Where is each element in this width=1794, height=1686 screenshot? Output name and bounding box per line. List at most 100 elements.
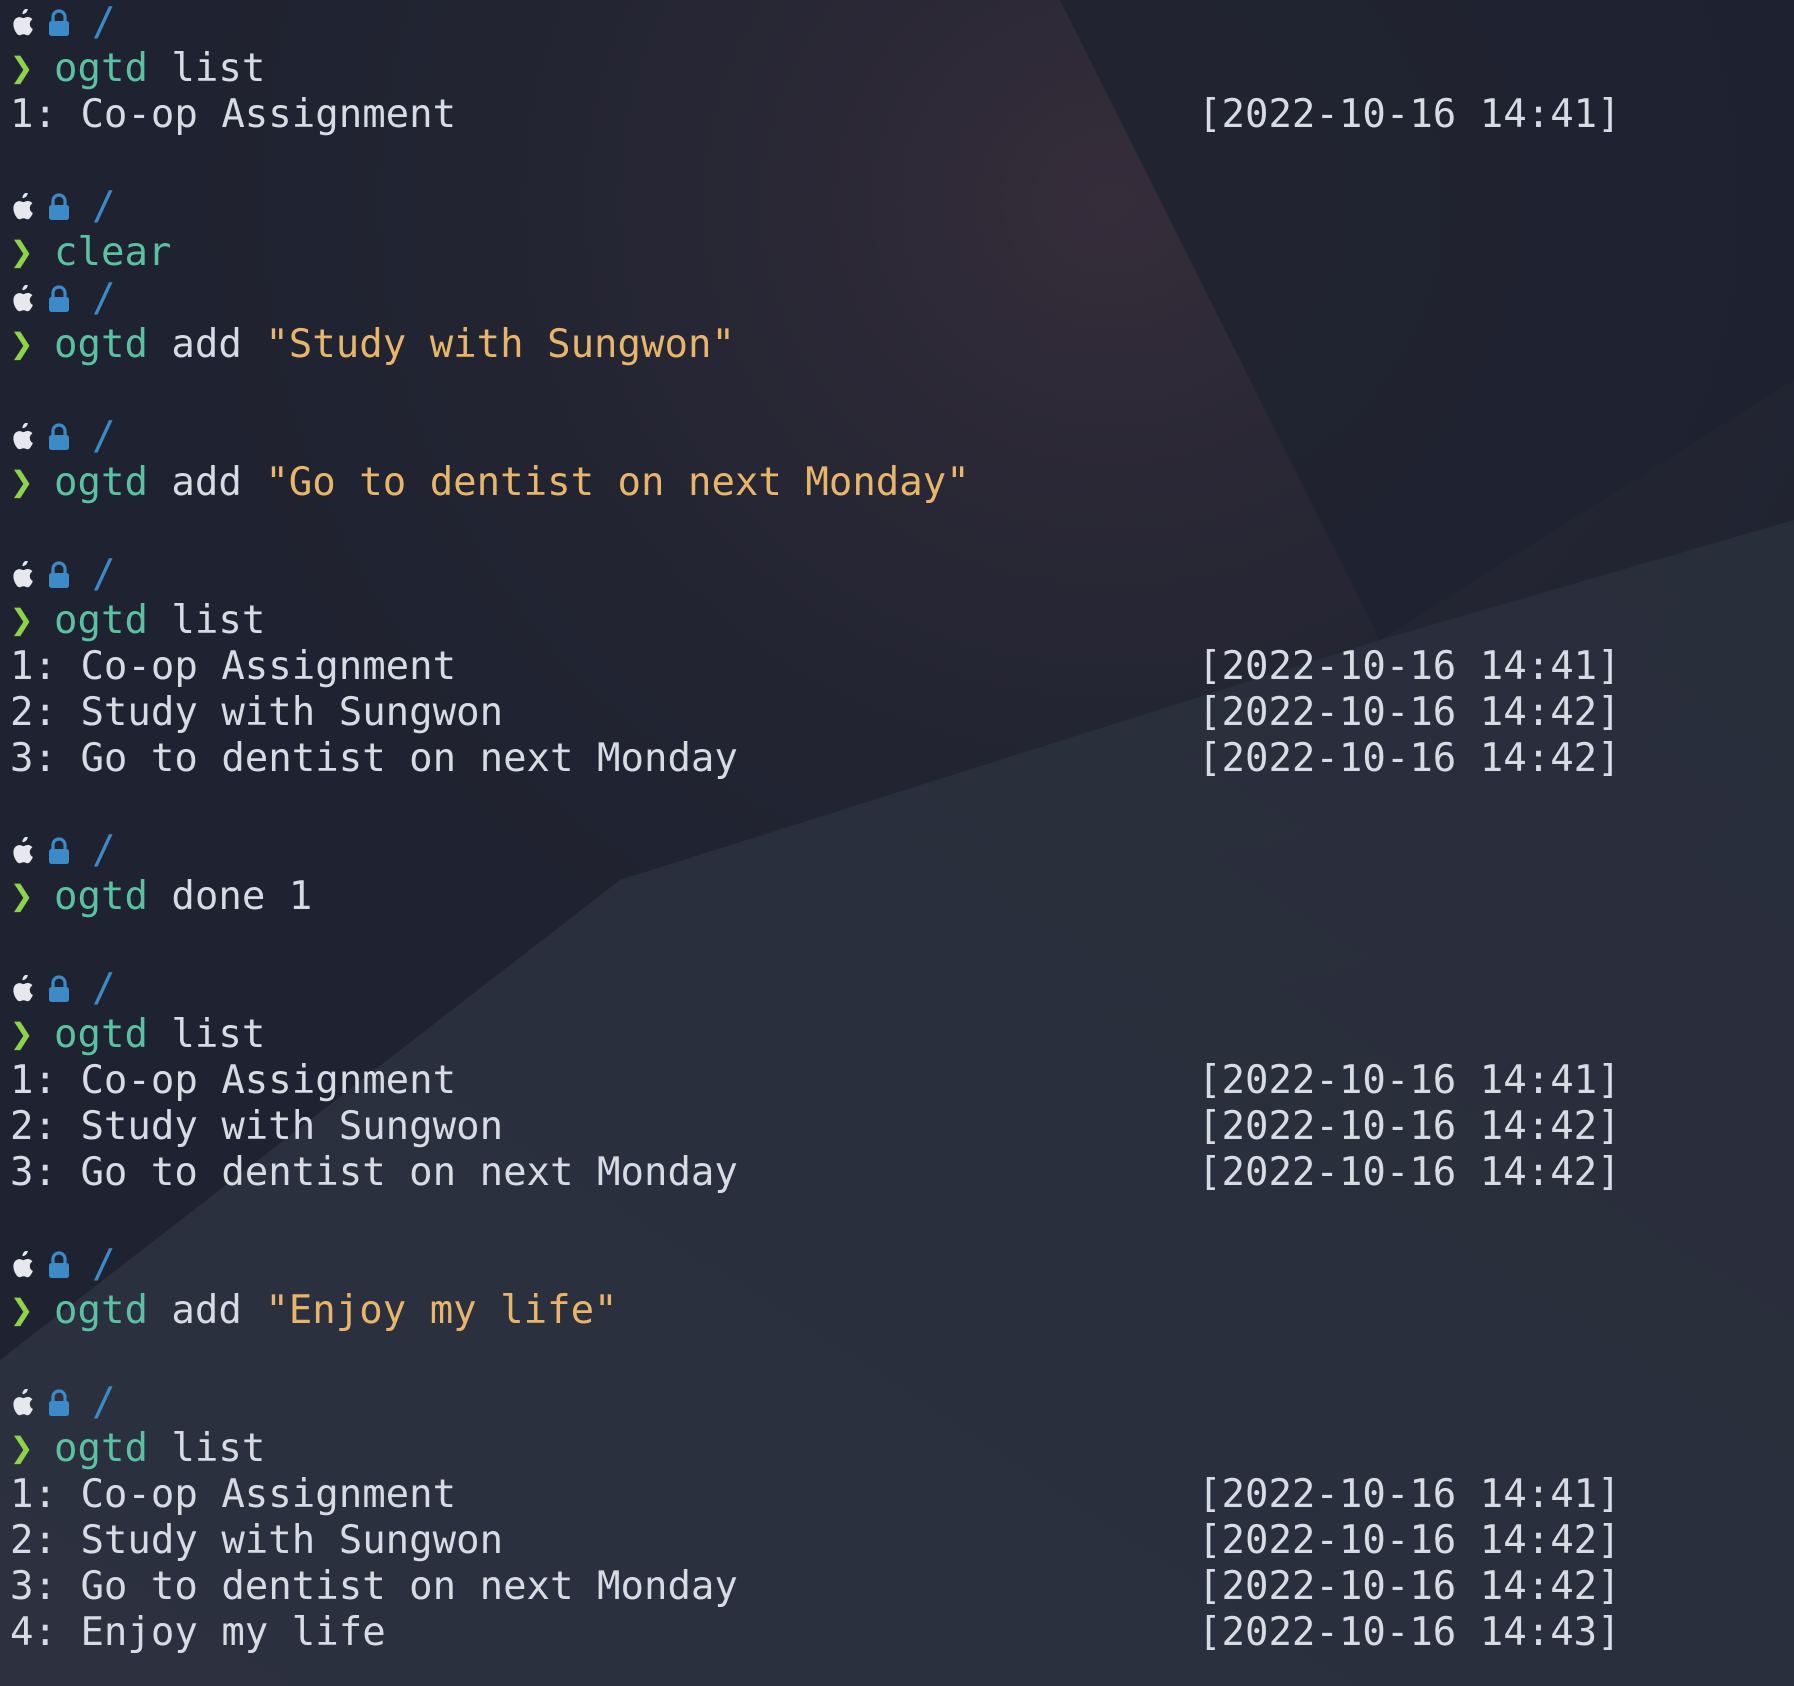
command-name: clear [54, 230, 172, 275]
todo-item-timestamp: [2022-10-16 14:41] [1198, 92, 1621, 137]
current-path: / [92, 184, 116, 229]
current-path: / [92, 828, 116, 873]
command-args: list [147, 46, 266, 91]
command-name: ogtd [54, 598, 148, 643]
todo-item-text: 3: Go to dentist on next Monday [10, 1564, 738, 1609]
todo-list-item: 3: Go to dentist on next Monday [2022-10-… [10, 1150, 1794, 1196]
lock-icon [48, 561, 70, 589]
command-line: ❯ ogtd add "Study with Sungwon" [10, 322, 1794, 368]
current-path: / [92, 0, 116, 45]
apple-icon [10, 193, 34, 221]
current-path: / [92, 966, 116, 1011]
todo-item-timestamp: [2022-10-16 14:42] [1198, 690, 1621, 735]
todo-item-text: 3: Go to dentist on next Monday [10, 1150, 738, 1195]
terminal-output[interactable]: / ❯ ogtd list 1: Co-op Assignment [2022-10-1… [10, 0, 1794, 1686]
command-line: ❯ ogtd done 1 [10, 874, 1794, 920]
lock-icon [48, 975, 70, 1003]
command-string-arg: "Study with Sungwon" [265, 322, 735, 367]
todo-item-timestamp: [2022-10-16 14:41] [1198, 1472, 1621, 1517]
prompt-arrow: ❯ [10, 46, 34, 91]
todo-item-timestamp: [2022-10-16 14:42] [1198, 1150, 1621, 1195]
apple-icon [10, 975, 34, 1003]
todo-item-timestamp: [2022-10-16 14:42] [1198, 736, 1621, 781]
todo-item-timestamp: [2022-10-16 14:43] [1198, 1610, 1621, 1655]
prompt-line: / [10, 828, 1794, 874]
todo-list-item: 2: Study with Sungwon [2022-10-16 14:42] [10, 1104, 1794, 1150]
prompt-line: / [10, 1380, 1794, 1426]
apple-icon [10, 1389, 34, 1417]
prompt-line: / [10, 966, 1794, 1012]
todo-item-text: 2: Study with Sungwon [10, 1518, 504, 1563]
command-line: ❯ ogtd add "Go to dentist on next Monday" [10, 460, 1794, 506]
apple-icon [10, 1251, 34, 1279]
command-name: ogtd [54, 322, 148, 367]
lock-icon [48, 285, 70, 313]
lock-icon [48, 423, 70, 451]
todo-list-item: 1: Co-op Assignment [2022-10-16 14:41] [10, 92, 1794, 138]
lock-icon [48, 837, 70, 865]
apple-icon [10, 285, 34, 313]
command-line: ❯ ogtd add "Enjoy my life" [10, 1288, 1794, 1334]
apple-icon [10, 837, 34, 865]
todo-item-text: 1: Co-op Assignment [10, 1472, 457, 1517]
prompt-line: / [10, 184, 1794, 230]
prompt-arrow: ❯ [10, 1288, 34, 1333]
lock-icon [48, 193, 70, 221]
current-path: / [92, 1380, 116, 1425]
command-line: ❯ ogtd list [10, 1426, 1794, 1472]
command-name: ogtd [54, 1426, 148, 1471]
todo-item-text: 1: Co-op Assignment [10, 1058, 457, 1103]
command-args: list [147, 1012, 266, 1057]
current-path: / [92, 414, 116, 459]
todo-item-timestamp: [2022-10-16 14:42] [1198, 1518, 1621, 1563]
command-line: ❯ ogtd list [10, 1012, 1794, 1058]
command-args: list [147, 1426, 266, 1471]
todo-list-item: 1: Co-op Assignment [2022-10-16 14:41] [10, 1058, 1794, 1104]
apple-icon [10, 561, 34, 589]
current-path: / [92, 552, 116, 597]
current-path: / [92, 276, 116, 321]
command-name: ogtd [54, 1288, 148, 1333]
todo-item-timestamp: [2022-10-16 14:42] [1198, 1564, 1621, 1609]
lock-icon [48, 9, 70, 37]
lock-icon [48, 1251, 70, 1279]
todo-list-item: 4: Enjoy my life [2022-10-16 14:43] [10, 1610, 1794, 1656]
command-line: ❯ ogtd list [10, 598, 1794, 644]
prompt-arrow: ❯ [10, 598, 34, 643]
todo-list-item: 3: Go to dentist on next Monday [2022-10-… [10, 736, 1794, 782]
todo-item-text: 2: Study with Sungwon [10, 1104, 504, 1149]
prompt-arrow: ❯ [10, 1012, 34, 1057]
todo-item-text: 2: Study with Sungwon [10, 690, 504, 735]
todo-item-text: 1: Co-op Assignment [10, 92, 457, 137]
todo-list-item: 1: Co-op Assignment [2022-10-16 14:41] [10, 644, 1794, 690]
prompt-line: / [10, 0, 1794, 46]
command-args: add [147, 1288, 266, 1333]
prompt-arrow: ❯ [10, 874, 34, 919]
command-args: list [147, 598, 266, 643]
todo-item-text: 4: Enjoy my life [10, 1610, 386, 1655]
todo-list-item: 1: Co-op Assignment [2022-10-16 14:41] [10, 1472, 1794, 1518]
command-string-arg: "Go to dentist on next Monday" [265, 460, 970, 505]
apple-icon [10, 423, 34, 451]
prompt-arrow: ❯ [10, 322, 34, 367]
prompt-arrow: ❯ [10, 230, 34, 275]
prompt-line: / [10, 552, 1794, 598]
command-args: add [147, 460, 266, 505]
prompt-arrow: ❯ [10, 1426, 34, 1471]
prompt-line: / [10, 1242, 1794, 1288]
prompt-arrow: ❯ [10, 460, 34, 505]
todo-item-text: 3: Go to dentist on next Monday [10, 736, 738, 781]
command-line: ❯ ogtd list [10, 46, 1794, 92]
todo-item-timestamp: [2022-10-16 14:42] [1198, 1104, 1621, 1149]
todo-list-item: 3: Go to dentist on next Monday [2022-10-… [10, 1564, 1794, 1610]
todo-list-item: 2: Study with Sungwon [2022-10-16 14:42] [10, 1518, 1794, 1564]
todo-item-timestamp: [2022-10-16 14:41] [1198, 1058, 1621, 1103]
todo-item-text: 1: Co-op Assignment [10, 644, 457, 689]
prompt-line: / [10, 414, 1794, 460]
